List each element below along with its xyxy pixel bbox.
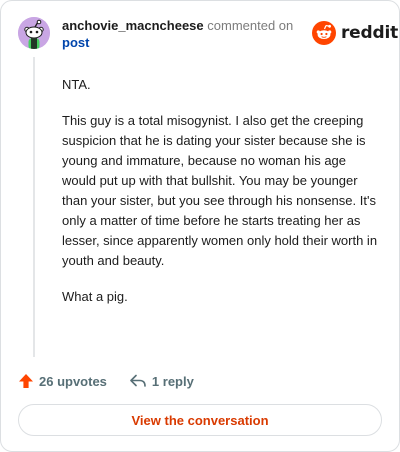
comment-paragraph: What a pig. [62, 289, 128, 304]
comment-paragraph: This guy is a total misogynist. I also g… [62, 113, 378, 268]
post-link[interactable]: post [62, 34, 89, 51]
reddit-wordmark: reddit [341, 23, 399, 43]
reply-count: 1 reply [151, 373, 194, 389]
action-text: commented on [207, 18, 294, 33]
thread-line [33, 57, 35, 357]
comment-header: anchovie_macncheese commented on post [62, 17, 302, 51]
comment-body: NTA. This guy is a total misogynist. I a… [62, 75, 378, 323]
reddit-logo-icon [312, 21, 336, 45]
user-avatar-icon[interactable] [18, 17, 50, 49]
reply-arrow-icon [130, 374, 146, 387]
username-link[interactable]: anchovie_macncheese [62, 18, 204, 33]
view-conversation-button[interactable]: View the conversation [18, 404, 382, 436]
comment-paragraph: NTA. [62, 77, 91, 92]
upvote-arrow-icon [19, 374, 33, 388]
upvote-button[interactable]: 26 upvotes [18, 373, 107, 389]
reply-button[interactable]: 1 reply [129, 373, 194, 389]
reddit-logo[interactable]: reddit [312, 21, 398, 45]
embedded-comment-card: anchovie_macncheese commented on post re… [0, 0, 400, 452]
comment-footer: 26 upvotes 1 reply [18, 371, 194, 391]
upvote-count: 26 upvotes [39, 373, 107, 389]
